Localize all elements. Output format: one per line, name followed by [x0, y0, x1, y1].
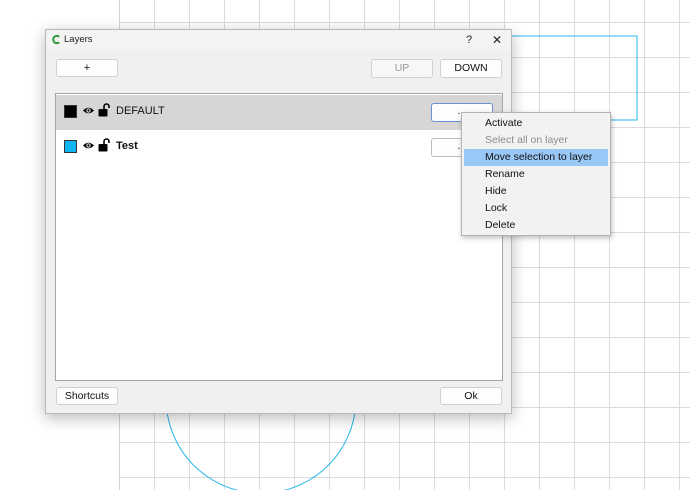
menu-item-activate[interactable]: Activate — [464, 115, 608, 132]
eye-icon[interactable] — [82, 140, 95, 151]
layer-list[interactable]: DEFAULT ... Test ... — [55, 93, 503, 381]
add-layer-button[interactable]: + — [56, 59, 118, 77]
menu-item-hide[interactable]: Hide — [464, 183, 608, 200]
move-down-button[interactable]: DOWN — [440, 59, 502, 78]
layer-name-label: Test — [116, 140, 138, 152]
layer-row-test[interactable]: Test ... — [56, 130, 502, 165]
move-up-button[interactable]: UP — [371, 59, 433, 78]
layer-name-label: DEFAULT — [116, 105, 165, 117]
ok-button[interactable]: Ok — [440, 387, 502, 405]
canvas-rectangle-shape[interactable] — [508, 35, 638, 121]
menu-item-lock[interactable]: Lock — [464, 200, 608, 217]
close-button[interactable]: ✕ — [488, 32, 506, 48]
layer-color-swatch[interactable] — [64, 140, 77, 153]
layer-row-default[interactable]: DEFAULT ... — [56, 95, 502, 130]
layer-color-swatch[interactable] — [64, 105, 77, 118]
eye-icon[interactable] — [82, 105, 95, 116]
title-bar[interactable]: Layers ? ✕ — [46, 30, 511, 50]
canvas-circle-shape[interactable] — [166, 411, 356, 490]
menu-item-select-all[interactable]: Select all on layer — [464, 132, 608, 149]
app-logo-icon — [52, 34, 60, 45]
dialog-title: Layers — [64, 34, 93, 45]
unlocked-icon[interactable] — [98, 103, 110, 117]
unlocked-icon[interactable] — [98, 138, 110, 152]
menu-item-move-selection[interactable]: Move selection to layer — [464, 149, 608, 166]
layers-dialog: Layers ? ✕ + UP DOWN DEFAULT ... Test Sh… — [45, 29, 512, 414]
menu-item-rename[interactable]: Rename — [464, 166, 608, 183]
shortcuts-button[interactable]: Shortcuts — [56, 387, 118, 405]
menu-item-delete[interactable]: Delete — [464, 217, 608, 234]
help-button[interactable]: ? — [461, 32, 477, 48]
layer-context-menu: Activate Select all on layer Move select… — [461, 112, 611, 236]
